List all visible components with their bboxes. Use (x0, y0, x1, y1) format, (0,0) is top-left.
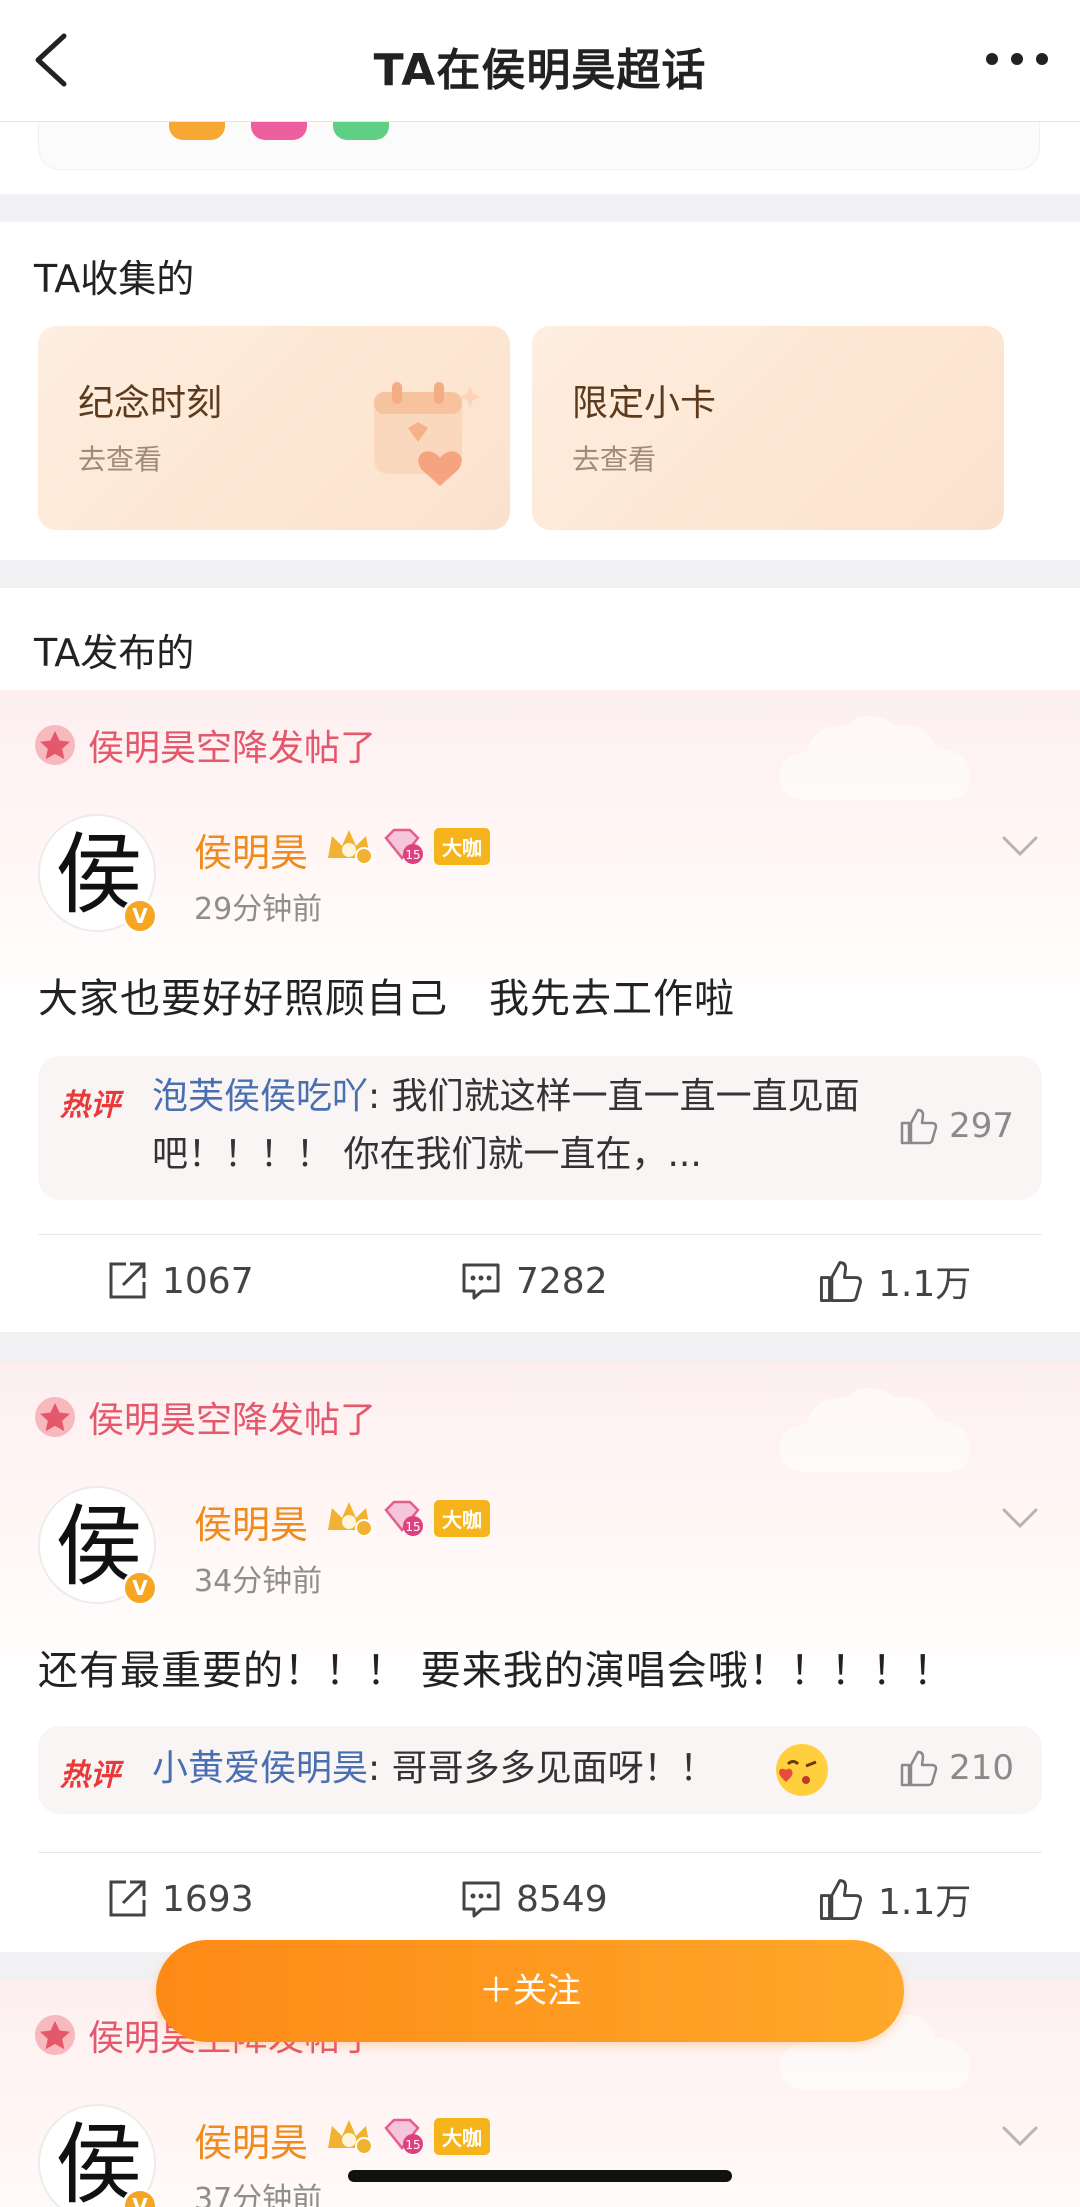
comment-icon (462, 1263, 500, 1300)
hot-comment-tag: 热评 (60, 1758, 120, 1793)
thumb-up-icon (820, 1261, 862, 1302)
post-time: 37分钟前 (194, 2182, 323, 2207)
published-section-header: TA发布的 (0, 588, 1080, 690)
user-badges: 15 大咖 (324, 2116, 490, 2156)
published-title: TA发布的 (34, 631, 195, 675)
post-time: 34分钟前 (194, 1564, 323, 1599)
more-dots-icon[interactable] (982, 44, 1052, 74)
avatar[interactable]: 侯 V (38, 2104, 158, 2207)
vip-badge: 大咖 (434, 1499, 490, 1537)
post-username[interactable]: 侯明昊 (194, 822, 308, 877)
repost-button[interactable]: 1693 (106, 1854, 254, 1944)
like-count: 1.1万 (878, 1264, 972, 1305)
hot-comment-user[interactable]: 小黄爱侯明昊 (152, 1748, 368, 1789)
page-title: TA在侯明昊超话 (373, 45, 707, 96)
vip-badge: 大咖 (434, 2117, 490, 2155)
hot-comment-body: : 哥哥多多见面呀！！ (368, 1748, 716, 1789)
post-actions: 1067 7282 1.1万 (0, 1236, 1080, 1326)
post-card[interactable]: 侯明昊空降发帖了 侯 V 侯明昊 15 大咖 34分钟前 还有最重要的！！！ 要… (0, 1362, 1080, 1952)
hot-comment-likes[interactable]: 210 (899, 1748, 1014, 1788)
svg-text:15: 15 (405, 1520, 420, 1534)
chevron-down-icon[interactable] (1000, 1506, 1040, 1532)
comment-count: 7282 (516, 1260, 608, 1302)
collect-card-action: 去查看 (78, 443, 163, 476)
comment-button[interactable]: 7282 (460, 1236, 608, 1326)
verified-v-icon: V (122, 1570, 158, 1606)
comment-count: 8549 (516, 1878, 608, 1920)
collected-section: TA收集的 纪念时刻 去查看 限定小卡 去查看 (0, 222, 1080, 560)
calendar-heart-icon (352, 362, 492, 502)
airdrop-banner: 侯明昊空降发帖了 (34, 720, 376, 770)
crown-badge-icon (328, 830, 373, 865)
collect-card-action: 去查看 (572, 443, 657, 476)
like-button[interactable]: 1.1万 (818, 1854, 971, 1944)
svg-text:15: 15 (405, 848, 420, 862)
top-nav-bar: TA在侯明昊超话 (0, 0, 1080, 122)
post-content: 大家也要好好照顾自己 我先去工作啦 (38, 976, 735, 1022)
collect-card-name: 限定小卡 (572, 383, 717, 424)
home-indicator[interactable] (348, 2170, 732, 2182)
follow-button[interactable]: ＋关注 (156, 1940, 904, 2042)
airdrop-text: 侯明昊空降发帖了 (88, 1400, 377, 1441)
cloud-decoration-icon (780, 716, 970, 800)
hot-comment-tag: 热评 (60, 1088, 120, 1123)
hot-comment[interactable]: 热评 小黄爱侯明昊: 哥哥多多见面呀！！ 210 (38, 1726, 1042, 1814)
comment-icon (462, 1881, 500, 1918)
previous-card-bottom (38, 122, 1040, 170)
kiss-emoji-icon (776, 1744, 828, 1796)
star-badge-icon (35, 1397, 75, 1437)
cloud-decoration-icon (780, 1388, 970, 1472)
post-time: 29分钟前 (194, 892, 323, 927)
user-badges: 15 大咖 (324, 1498, 490, 1538)
crown-badge-icon (328, 1502, 373, 1537)
collect-card-name: 纪念时刻 (78, 383, 223, 424)
airdrop-banner: 侯明昊空降发帖了 (34, 1392, 376, 1442)
level-gem-icon: 15 (384, 828, 423, 864)
collect-card-moments[interactable]: 纪念时刻 去查看 (38, 326, 510, 530)
level-gem-icon: 15 (384, 2118, 423, 2154)
post-username[interactable]: 侯明昊 (194, 2112, 308, 2167)
previous-card-fragment (0, 122, 1080, 194)
post-card[interactable]: 侯明昊空降发帖了 侯 V 侯明昊 15 大咖 29分钟前 大家也要好好照顾自己 … (0, 690, 1080, 1332)
repost-count: 1693 (162, 1878, 254, 1920)
orange-gem-icon (169, 122, 225, 140)
post-actions: 1693 8549 1.1万 (0, 1854, 1080, 1944)
hot-comment-user[interactable]: 泡芙侯侯吃吖 (152, 1076, 368, 1117)
hot-comment-like-count: 210 (949, 1748, 1014, 1788)
thumb-up-icon (820, 1879, 862, 1920)
collect-card-limited[interactable]: 限定小卡 去查看 (532, 326, 1004, 530)
svg-text:15: 15 (405, 2138, 420, 2152)
hot-comment-like-count: 297 (949, 1106, 1014, 1146)
level-gem-icon: 15 (384, 1500, 423, 1536)
vip-badge: 大咖 (434, 827, 490, 865)
share-icon (109, 1880, 146, 1917)
collected-title: TA收集的 (34, 257, 195, 301)
green-gem-icon (333, 122, 389, 140)
star-badge-icon (35, 725, 75, 765)
thumb-up-icon (900, 1108, 938, 1145)
hot-comment-text: 小黄爱侯明昊: 哥哥多多见面呀！！ (152, 1740, 882, 1798)
avatar[interactable]: 侯 V (38, 1486, 158, 1606)
user-badges: 15 大咖 (324, 826, 490, 866)
crown-badge-icon (328, 2120, 373, 2155)
thumb-up-icon (900, 1750, 938, 1787)
verified-v-icon: V (122, 898, 158, 934)
avatar[interactable]: 侯 V (38, 814, 158, 934)
chevron-down-icon[interactable] (1000, 2124, 1040, 2150)
like-button[interactable]: 1.1万 (818, 1236, 971, 1326)
star-badge-icon (35, 2015, 75, 2055)
hot-comment-text: 泡芙侯侯吃吖: 我们就这样一直一直一直见面吧！！！！ 你在我们就一直在，... (152, 1068, 882, 1184)
repost-count: 1067 (162, 1260, 254, 1302)
repost-button[interactable]: 1067 (106, 1236, 254, 1326)
hot-comment-likes[interactable]: 297 (899, 1106, 1014, 1146)
post-content: 还有最重要的！！！ 要来我的演唱会哦！！！！！ (38, 1648, 954, 1694)
chevron-down-icon[interactable] (1000, 834, 1040, 860)
comment-button[interactable]: 8549 (460, 1854, 608, 1944)
pink-gem-icon (251, 122, 307, 140)
post-username[interactable]: 侯明昊 (194, 1494, 308, 1549)
airdrop-text: 侯明昊空降发帖了 (88, 728, 377, 769)
share-icon (109, 1262, 146, 1299)
hot-comment[interactable]: 热评 泡芙侯侯吃吖: 我们就这样一直一直一直见面吧！！！！ 你在我们就一直在，.… (38, 1056, 1042, 1200)
like-count: 1.1万 (878, 1882, 972, 1923)
